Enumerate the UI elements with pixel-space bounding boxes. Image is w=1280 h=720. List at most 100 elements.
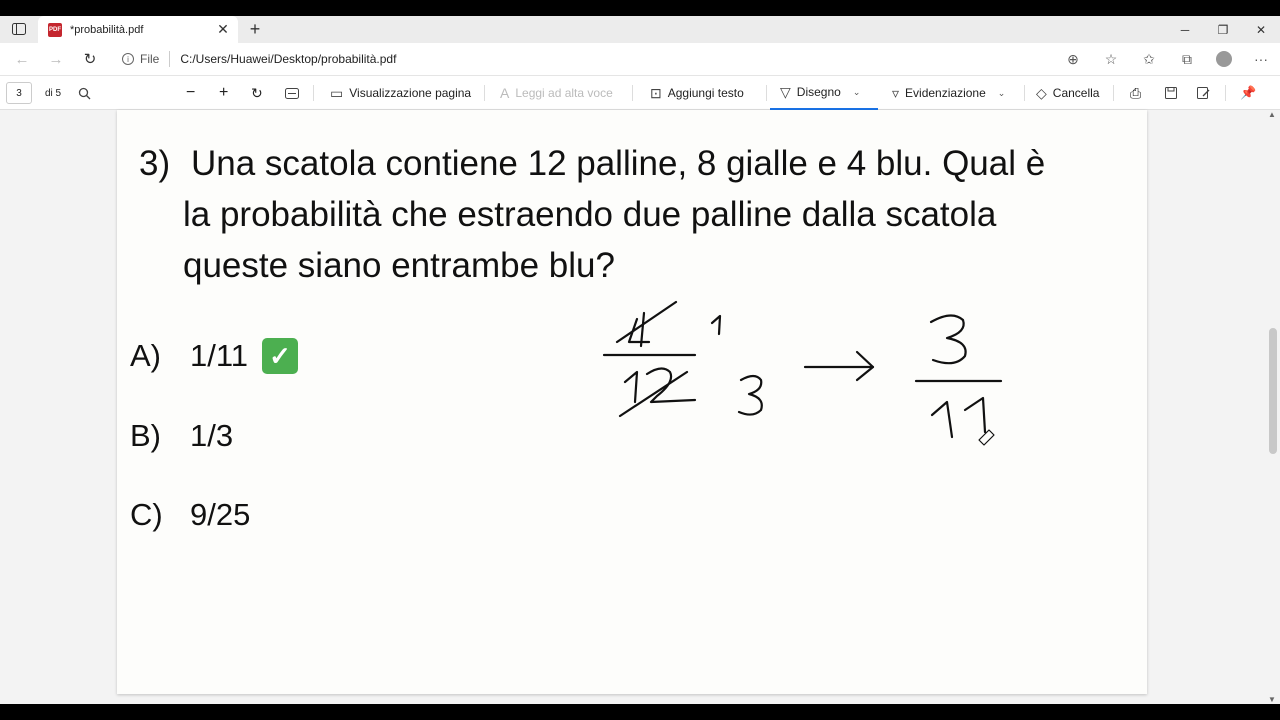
ink-digit-one xyxy=(710,314,722,336)
question-line: queste siano entrambe blu? xyxy=(183,246,615,285)
divider xyxy=(1113,85,1114,101)
info-icon: i xyxy=(122,53,134,65)
divider xyxy=(484,85,485,101)
question-text: Una scatola contiene 12 palline, 8 giall… xyxy=(183,138,1131,291)
favorite-add-icon[interactable]: ☆ xyxy=(1102,51,1120,68)
back-icon[interactable]: ← xyxy=(10,51,34,68)
save-icon[interactable] xyxy=(1165,76,1177,110)
pen-cursor-icon xyxy=(978,429,995,446)
url-field[interactable]: C:/Users/Huawei/Desktop/probabilità.pdf xyxy=(180,52,396,66)
tab-title: *probabilità.pdf xyxy=(70,23,144,36)
scroll-down-icon[interactable]: ▼ xyxy=(1268,695,1276,704)
forward-icon[interactable]: → xyxy=(44,51,68,68)
scrollbar[interactable]: ▲ ▼ xyxy=(1266,110,1280,704)
address-actions: ⊕ ☆ ✩ ⧉ ··· xyxy=(1064,43,1270,75)
tab-actions-icon[interactable] xyxy=(10,21,28,37)
window-controls: ─ ❐ ✕ xyxy=(1166,16,1280,43)
ink-digit-three xyxy=(737,374,763,416)
answer-letter: C) xyxy=(130,497,163,532)
address-bar: ← → ↻ i File C:/Users/Huawei/Desktop/pro… xyxy=(0,43,1280,75)
pin-icon[interactable]: 📌 xyxy=(1240,76,1256,110)
ink-digit-two xyxy=(645,367,697,404)
add-text-icon: ⊡ xyxy=(650,84,662,101)
read-aloud-label: Leggi ad alta voce xyxy=(515,86,613,100)
tab-strip: PDF *probabilità.pdf ✕ + ─ ❐ ✕ xyxy=(0,16,1280,43)
answer-b: B) 1/3 xyxy=(130,418,233,454)
zoom-out-icon[interactable]: − xyxy=(186,76,195,110)
ink-strike xyxy=(615,300,678,344)
search-icon[interactable] xyxy=(78,76,91,110)
read-aloud-button[interactable]: A Leggi ad alta voce xyxy=(500,76,613,110)
document-area: 3) Una scatola contiene 12 palline, 8 gi… xyxy=(0,110,1266,704)
print-icon[interactable]: ⎙ xyxy=(1130,76,1141,110)
page-number-input[interactable]: 3 xyxy=(6,82,32,104)
arrow-icon xyxy=(855,350,875,382)
view-label: Visualizzazione pagina xyxy=(349,86,472,100)
scroll-up-icon[interactable]: ▲ xyxy=(1268,110,1276,119)
read-aloud-icon: A xyxy=(500,85,510,101)
tab-active[interactable]: PDF *probabilità.pdf ✕ xyxy=(38,16,238,43)
answer-a: A) 1/11 ✓ xyxy=(130,338,299,374)
fit-icon[interactable] xyxy=(285,76,299,110)
scroll-thumb[interactable] xyxy=(1269,328,1277,454)
close-window-icon[interactable]: ✕ xyxy=(1242,16,1280,43)
divider xyxy=(313,85,314,101)
close-tab-icon[interactable]: ✕ xyxy=(216,21,230,38)
ink-digit-one xyxy=(930,400,954,439)
answer-letter: B) xyxy=(130,418,161,453)
minimize-icon[interactable]: ─ xyxy=(1166,16,1204,43)
pdf-icon: PDF xyxy=(48,22,62,37)
add-text-label: Aggiungi testo xyxy=(667,86,744,100)
more-icon[interactable]: ··· xyxy=(1252,51,1270,67)
save-as-icon[interactable] xyxy=(1197,76,1210,110)
rotate-icon[interactable]: ↻ xyxy=(251,76,263,110)
highlight-label: Evidenziazione xyxy=(905,86,986,100)
ink-digit-three xyxy=(929,314,967,365)
browser-window: PDF *probabilità.pdf ✕ + ─ ❐ ✕ ← → ↻ i F… xyxy=(0,16,1280,704)
refresh-icon[interactable]: ↻ xyxy=(78,50,102,68)
question-number: 3) xyxy=(139,144,171,183)
favorites-icon[interactable]: ✩ xyxy=(1140,51,1158,68)
profile-icon[interactable] xyxy=(1216,51,1232,67)
draw-icon: ▽ xyxy=(780,83,791,100)
erase-label: Cancella xyxy=(1052,86,1100,100)
ink-digit-four xyxy=(627,317,651,344)
bottom-black-bar xyxy=(0,704,1280,720)
question-line: Una scatola contiene 12 palline, 8 giall… xyxy=(191,144,1046,183)
pdf-toolbar: 3 di 5 − + ↻ ▭ Visualizzazione pagina A … xyxy=(0,75,1280,110)
zoom-in-icon[interactable]: + xyxy=(219,76,228,110)
chevron-down-icon[interactable]: ⌄ xyxy=(998,88,1006,99)
highlight-button[interactable]: ▿ Evidenziazione ⌄ xyxy=(892,76,1005,110)
check-mark-icon: ✓ xyxy=(262,338,299,374)
answer-letter: A) xyxy=(130,338,161,373)
answer-value: 9/25 xyxy=(190,497,251,532)
divider xyxy=(1225,85,1226,101)
answer-c: C) 9/25 xyxy=(130,497,250,533)
view-icon: ▭ xyxy=(330,84,344,101)
draw-button[interactable]: ▽ Disegno ⌄ xyxy=(770,76,878,110)
new-tab-button[interactable]: + xyxy=(246,19,264,40)
file-label: File xyxy=(140,52,160,66)
erase-button[interactable]: ◇ Cancella xyxy=(1036,76,1099,110)
restore-icon[interactable]: ❐ xyxy=(1204,16,1242,43)
divider xyxy=(169,51,171,67)
ink-digit-one xyxy=(623,370,639,404)
page-total: di 5 xyxy=(45,87,62,99)
question-line: la probabilità che estraendo due palline… xyxy=(183,195,997,234)
divider xyxy=(632,85,633,101)
ink-digit-four xyxy=(639,311,646,348)
eraser-icon: ◇ xyxy=(1036,84,1047,101)
draw-label: Disegno xyxy=(796,85,841,99)
divider xyxy=(1024,85,1025,101)
answer-value: 1/3 xyxy=(190,418,234,453)
add-text-button[interactable]: ⊡ Aggiungi testo xyxy=(650,76,744,110)
pdf-page: 3) Una scatola contiene 12 palline, 8 gi… xyxy=(117,110,1147,694)
chevron-down-icon[interactable]: ⌄ xyxy=(853,87,861,98)
zoom-icon[interactable]: ⊕ xyxy=(1064,51,1082,68)
view-button[interactable]: ▭ Visualizzazione pagina xyxy=(330,76,471,110)
top-black-bar xyxy=(0,0,1280,16)
highlight-icon: ▿ xyxy=(892,84,900,101)
collections-icon[interactable]: ⧉ xyxy=(1178,51,1196,68)
page-number-group: 3 xyxy=(6,76,32,110)
site-info[interactable]: i File xyxy=(122,52,159,66)
